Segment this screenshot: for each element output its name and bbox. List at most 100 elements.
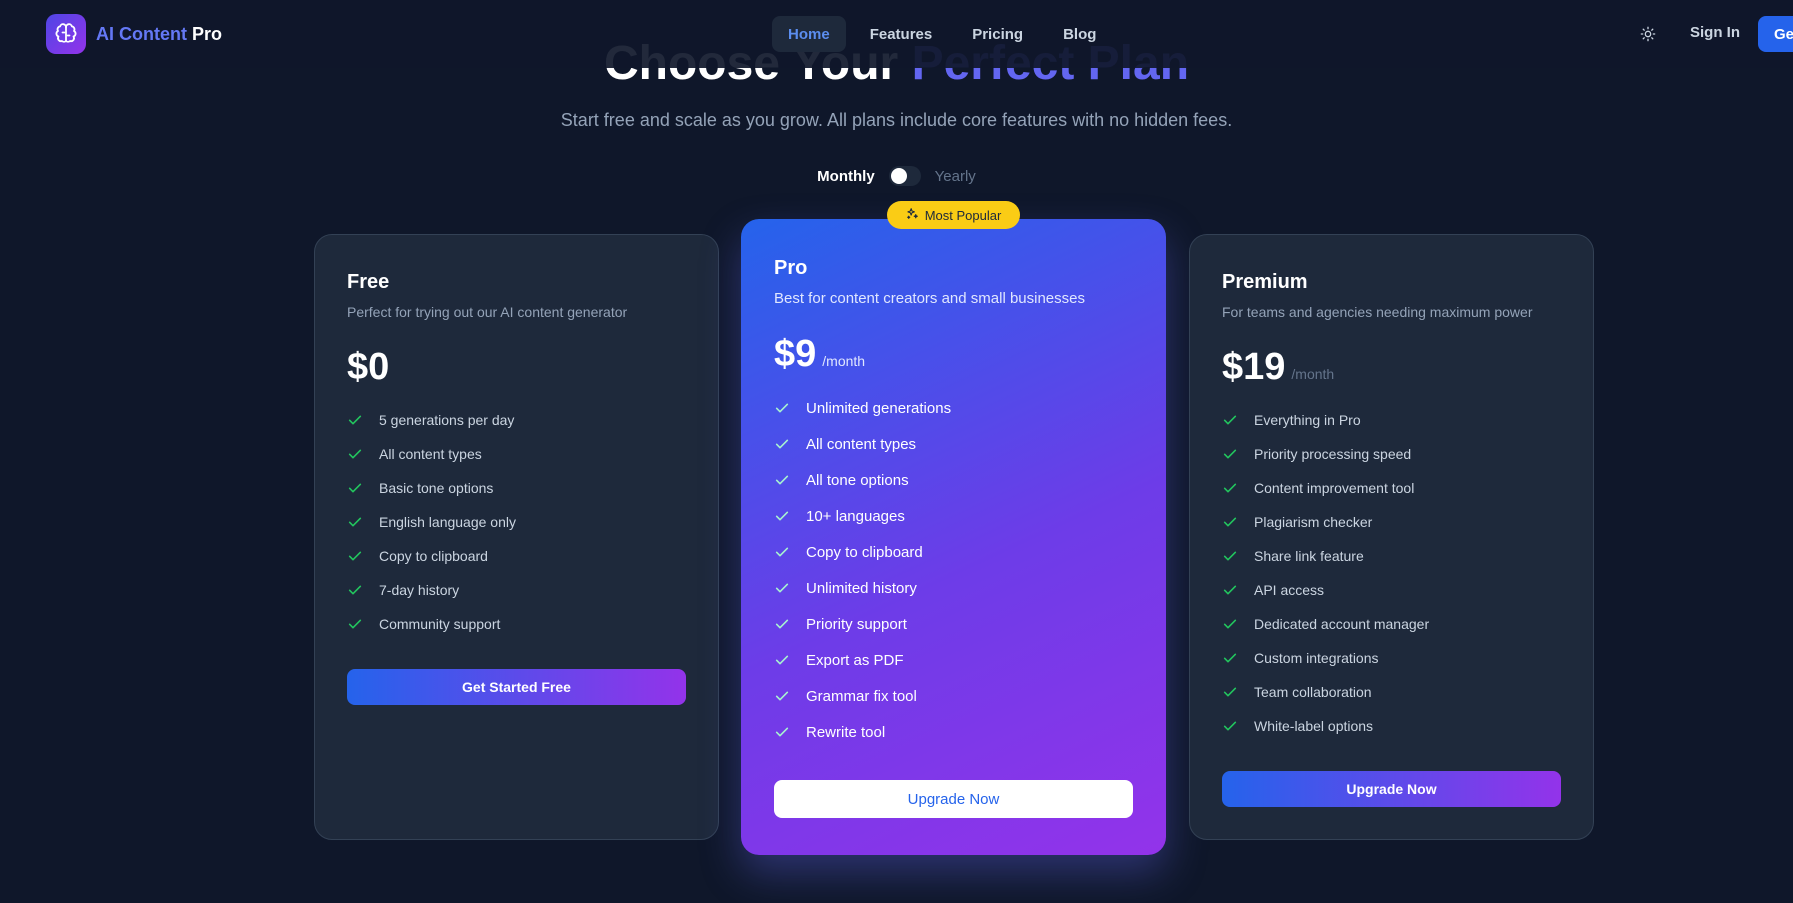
- sign-in-link[interactable]: Sign In: [1690, 24, 1740, 41]
- billing-yearly-label[interactable]: Yearly: [935, 168, 976, 185]
- feature-item: All content types: [347, 437, 686, 471]
- plan-price: $9: [774, 333, 817, 375]
- get-started-free-button[interactable]: Get Started Free: [347, 669, 686, 705]
- plan-description: Best for content creators and small busi…: [774, 290, 1085, 307]
- plan-price: $0: [347, 346, 390, 388]
- most-popular-badge: Most Popular: [887, 201, 1020, 229]
- check-icon: [774, 579, 792, 597]
- plan-period: /month: [1291, 366, 1335, 382]
- billing-toggle: Monthly Yearly: [0, 166, 1793, 186]
- nav-link-features[interactable]: Features: [854, 16, 949, 52]
- feature-item: 10+ languages: [774, 498, 1133, 534]
- sparkles-icon: [906, 207, 919, 223]
- feature-item: Unlimited generations: [774, 390, 1133, 426]
- nav-link-pricing[interactable]: Pricing: [956, 16, 1039, 52]
- feature-label: All content types: [806, 435, 917, 453]
- feature-label: Grammar fix tool: [806, 687, 917, 705]
- check-icon: [774, 507, 792, 525]
- feature-item: Content improvement tool: [1222, 471, 1561, 505]
- check-icon: [1222, 411, 1240, 429]
- plan-name: Free: [347, 271, 390, 293]
- feature-label: Priority processing speed: [1254, 446, 1412, 462]
- plan-price: $19: [1222, 346, 1286, 388]
- feature-item: White-label options: [1222, 709, 1561, 743]
- check-icon: [774, 399, 792, 417]
- upgrade-now-button-pro[interactable]: Upgrade Now: [774, 780, 1133, 818]
- feature-item: Plagiarism checker: [1222, 505, 1561, 539]
- logo-text: AI Content Pro: [96, 24, 222, 45]
- check-icon: [774, 723, 792, 741]
- check-icon: [1222, 683, 1240, 701]
- check-icon: [774, 435, 792, 453]
- plan-card-premium: Premium For teams and agencies needing m…: [1189, 234, 1594, 840]
- feature-label: English language only: [379, 514, 516, 530]
- check-icon: [774, 687, 792, 705]
- check-icon: [774, 471, 792, 489]
- feature-item: Unlimited history: [774, 570, 1133, 606]
- feature-label: Copy to clipboard: [806, 543, 923, 561]
- check-icon: [774, 543, 792, 561]
- plan-description: Perfect for trying out our AI content ge…: [347, 304, 628, 320]
- feature-label: API access: [1254, 582, 1325, 598]
- top-navbar: AI Content Pro Home Features Pricing Blo…: [0, 0, 1793, 68]
- feature-label: Export as PDF: [806, 651, 904, 669]
- feature-item: Dedicated account manager: [1222, 607, 1561, 641]
- feature-item: Community support: [347, 607, 686, 641]
- feature-label: Priority support: [806, 615, 907, 633]
- feature-item: Copy to clipboard: [774, 534, 1133, 570]
- plan-name: Pro: [774, 257, 808, 279]
- check-icon: [347, 479, 365, 497]
- feature-item: Export as PDF: [774, 642, 1133, 678]
- feature-label: Plagiarism checker: [1254, 514, 1373, 530]
- brain-icon: [46, 14, 86, 54]
- check-icon: [347, 513, 365, 531]
- feature-item: Copy to clipboard: [347, 539, 686, 573]
- check-icon: [347, 445, 365, 463]
- switch-knob: [890, 168, 907, 184]
- feature-label: Rewrite tool: [806, 723, 886, 741]
- plan-name: Premium: [1222, 271, 1308, 293]
- feature-label: Share link feature: [1254, 548, 1364, 564]
- feature-item: Everything in Pro: [1222, 403, 1561, 437]
- nav-links: Home Features Pricing Blog: [772, 16, 1112, 52]
- feature-item: Priority processing speed: [1222, 437, 1561, 471]
- feature-label: Community support: [379, 616, 501, 632]
- feature-label: Unlimited generations: [806, 399, 952, 417]
- feature-list: Unlimited generations All content types Al…: [774, 390, 1133, 750]
- sun-icon[interactable]: [1636, 22, 1660, 46]
- check-icon: [347, 581, 365, 599]
- feature-label: Content improvement tool: [1254, 480, 1415, 496]
- check-icon: [1222, 581, 1240, 599]
- check-icon: [347, 615, 365, 633]
- nav-link-blog[interactable]: Blog: [1047, 16, 1112, 52]
- feature-item: API access: [1222, 573, 1561, 607]
- feature-item: Custom integrations: [1222, 641, 1561, 675]
- billing-monthly-label[interactable]: Monthly: [817, 168, 875, 185]
- billing-switch[interactable]: [888, 166, 921, 186]
- badge-label: Most Popular: [924, 207, 1002, 223]
- feature-label: Basic tone options: [379, 480, 494, 496]
- nav-link-home[interactable]: Home: [772, 16, 846, 52]
- feature-label: Custom integrations: [1254, 650, 1379, 666]
- feature-label: Unlimited history: [806, 579, 917, 597]
- feature-item: Basic tone options: [347, 471, 686, 505]
- plan-description: For teams and agencies needing maximum p…: [1222, 304, 1533, 320]
- feature-label: Copy to clipboard: [379, 548, 488, 564]
- feature-label: Everything in Pro: [1254, 412, 1361, 428]
- price-row: $9 /month: [774, 333, 1133, 376]
- feature-label: Team collaboration: [1254, 684, 1372, 700]
- logo[interactable]: AI Content Pro: [46, 14, 222, 54]
- price-row: $0: [347, 346, 686, 389]
- feature-label: Dedicated account manager: [1254, 616, 1430, 632]
- feature-item: All tone options: [774, 462, 1133, 498]
- plan-card-free: Free Perfect for trying out our AI conte…: [314, 234, 719, 840]
- feature-label: All content types: [379, 446, 482, 462]
- get-started-button[interactable]: Get: [1758, 16, 1793, 52]
- check-icon: [1222, 649, 1240, 667]
- upgrade-now-button-premium[interactable]: Upgrade Now: [1222, 771, 1561, 807]
- feature-label: 5 generations per day: [379, 412, 515, 428]
- check-icon: [1222, 615, 1240, 633]
- feature-item: Share link feature: [1222, 539, 1561, 573]
- logo-text-part-1: AI Content: [96, 23, 187, 44]
- plan-period: /month: [822, 353, 866, 369]
